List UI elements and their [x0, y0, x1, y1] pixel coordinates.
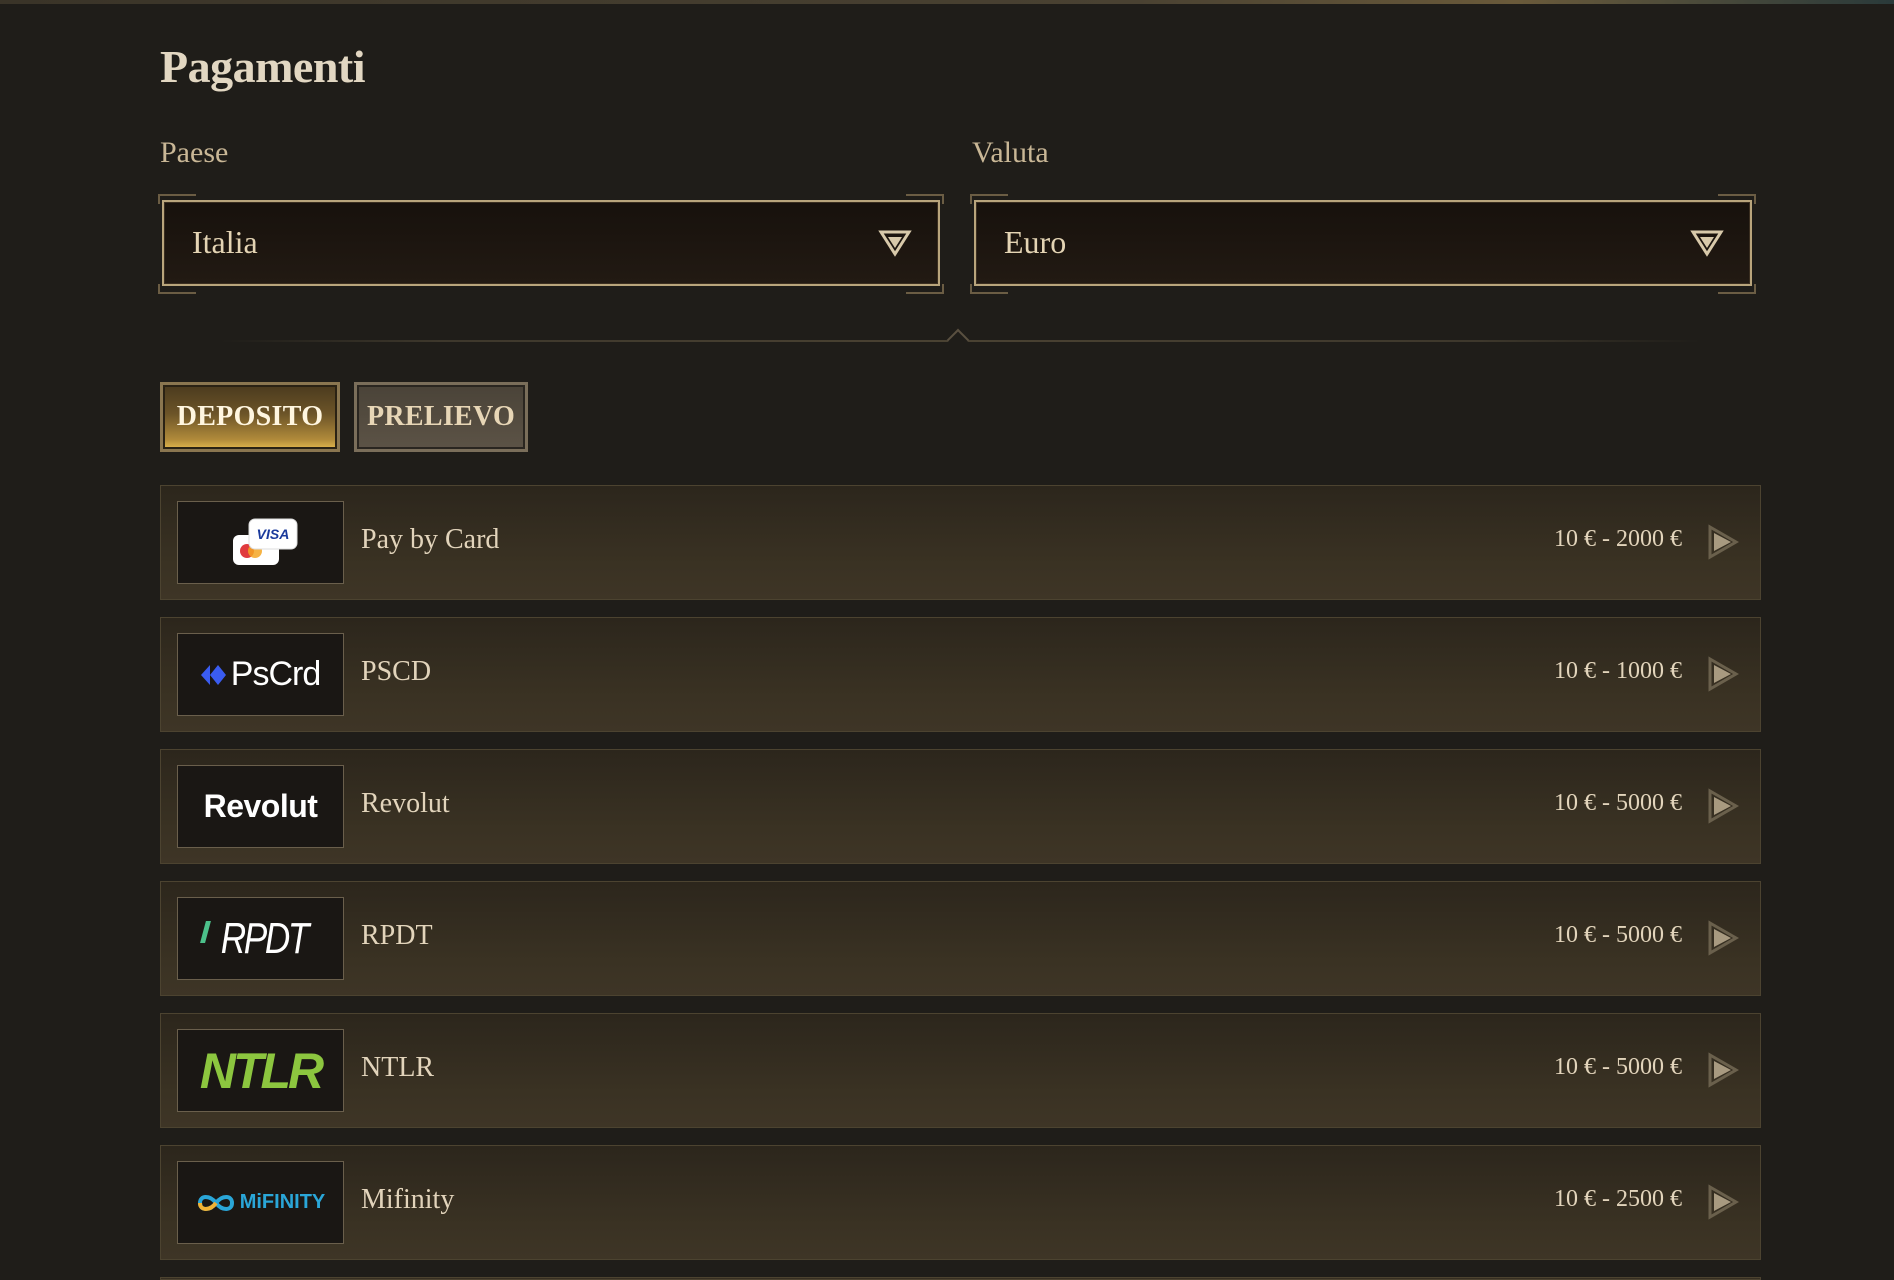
- method-range: 10 € - 1000 €: [1554, 658, 1682, 684]
- rpdt-logo: RPDT: [177, 897, 344, 980]
- tab-prelievo[interactable]: PRELIEVO: [354, 382, 528, 452]
- method-name: Mifinity: [361, 1184, 455, 1215]
- ntlr-logo-text: NTLR: [199, 1042, 324, 1099]
- revolut-logo-text: Revolut: [203, 788, 318, 824]
- top-border: [0, 0, 1894, 4]
- payment-method-row[interactable]: NTLR NTLR 10 € - 5000 €: [160, 1013, 1761, 1128]
- play-arrow-icon[interactable]: [1706, 1052, 1740, 1088]
- currency-select[interactable]: Euro: [974, 200, 1752, 286]
- ntlr-logo: NTLR: [177, 1029, 344, 1112]
- infinity-icon: [197, 1194, 234, 1211]
- play-arrow-icon[interactable]: [1706, 524, 1740, 560]
- currency-select-value: Euro: [1004, 224, 1067, 260]
- pscrd-logo-text: PsCrd: [230, 655, 321, 693]
- method-name: Revolut: [361, 788, 450, 819]
- mifinity-logo-text: MiFINITY: [239, 1191, 326, 1213]
- method-range: 10 € - 2000 €: [1554, 526, 1682, 552]
- rpdt-accent: [200, 920, 212, 943]
- select-corner-decoration: [1718, 284, 1756, 294]
- method-name: NTLR: [361, 1052, 435, 1083]
- country-label: Paese: [160, 136, 229, 169]
- select-corner-decoration: [158, 194, 196, 204]
- mifinity-logo: MiFINITY: [177, 1161, 344, 1244]
- payment-method-row[interactable]: MiFINITY Mifinity 10 € - 2500 €: [160, 1145, 1761, 1260]
- tab-deposito[interactable]: DEPOSITO: [160, 382, 340, 452]
- divider-ornament: [946, 328, 970, 352]
- country-select[interactable]: Italia: [162, 200, 940, 286]
- revolut-logo: Revolut: [177, 765, 344, 848]
- play-arrow-icon[interactable]: [1706, 1184, 1740, 1220]
- chevron-down-icon: [878, 230, 912, 257]
- method-name: Pay by Card: [361, 524, 500, 555]
- select-corner-decoration: [158, 284, 196, 294]
- method-range: 10 € - 5000 €: [1554, 1054, 1682, 1080]
- card-logo: VISA: [177, 501, 344, 584]
- select-corner-decoration: [906, 284, 944, 294]
- visa-text: VISA: [256, 526, 289, 542]
- select-corner-decoration: [906, 194, 944, 204]
- method-range: 10 € - 5000 €: [1554, 922, 1682, 948]
- payment-method-row[interactable]: RPDT RPDT 10 € - 5000 €: [160, 881, 1761, 996]
- payment-method-row[interactable]: VISA Pay by Card 10 € - 2000 €: [160, 485, 1761, 600]
- method-range: 10 € - 2500 €: [1554, 1186, 1682, 1212]
- play-arrow-icon[interactable]: [1706, 656, 1740, 692]
- select-corner-decoration: [970, 284, 1008, 294]
- pscrd-logo: PsCrd: [177, 633, 344, 716]
- method-name: PSCD: [361, 656, 432, 687]
- payment-method-row[interactable]: PsCrd PSCD 10 € - 1000 €: [160, 617, 1761, 732]
- chevron-down-icon: [1690, 230, 1724, 257]
- page-title: Pagamenti: [160, 41, 366, 92]
- select-corner-decoration: [1718, 194, 1756, 204]
- currency-label: Valuta: [972, 136, 1049, 169]
- rpdt-logo-text: RPDT: [220, 913, 310, 963]
- select-corner-decoration: [970, 194, 1008, 204]
- payment-method-row[interactable]: Revolut Revolut 10 € - 5000 €: [160, 749, 1761, 864]
- play-arrow-icon[interactable]: [1706, 920, 1740, 956]
- play-arrow-icon[interactable]: [1706, 788, 1740, 824]
- method-range: 10 € - 5000 €: [1554, 790, 1682, 816]
- method-name: RPDT: [361, 920, 433, 951]
- country-select-value: Italia: [192, 224, 258, 260]
